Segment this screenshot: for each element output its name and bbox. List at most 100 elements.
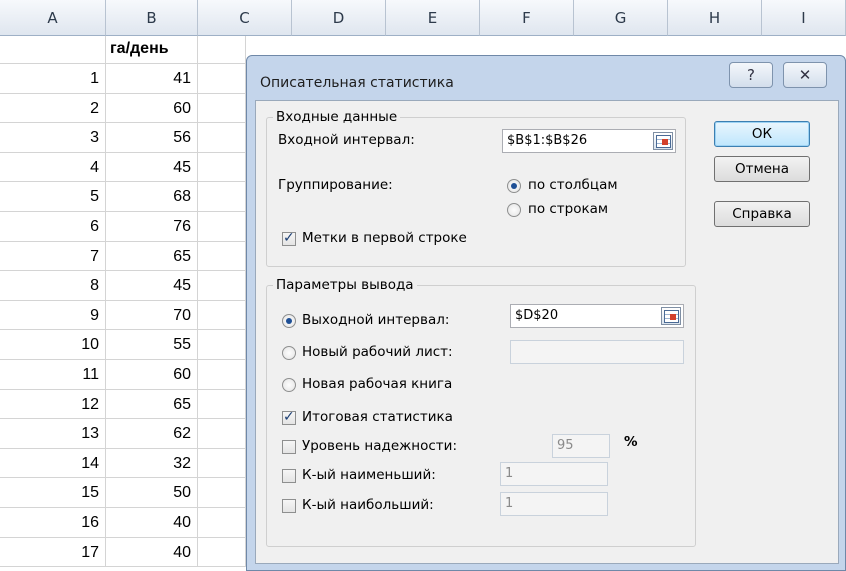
cell-c-empty[interactable] — [198, 478, 246, 508]
cell-a-value[interactable]: 12 — [0, 389, 106, 420]
cell-b-value[interactable]: 32 — [106, 448, 198, 479]
cell-a-value[interactable]: 15 — [0, 478, 106, 508]
cell-c-empty[interactable] — [198, 330, 246, 360]
cell-a-value[interactable]: 13 — [0, 419, 106, 449]
kth-smallest-label[interactable]: К-ый наименьший: — [302, 467, 436, 483]
cell-c-empty[interactable] — [198, 300, 246, 331]
new-sheet-label[interactable]: Новый рабочий лист: — [302, 344, 453, 360]
summary-statistics-checkbox[interactable] — [282, 409, 296, 425]
column-header-g[interactable]: G — [574, 0, 668, 36]
cell-b-value[interactable]: 76 — [106, 212, 198, 242]
cell-a-value[interactable]: 17 — [0, 537, 106, 568]
kth-largest-field[interactable]: 1 — [500, 492, 608, 516]
cell-c-empty[interactable] — [198, 241, 246, 272]
cell-a-value[interactable]: 9 — [0, 300, 106, 331]
by-columns-label[interactable]: по столбцам — [528, 177, 618, 193]
cell-b-value[interactable]: 50 — [106, 478, 198, 508]
column-header-a[interactable]: A — [0, 0, 106, 36]
summary-statistics-label[interactable]: Итоговая статистика — [302, 409, 453, 425]
range-picker-icon[interactable] — [661, 307, 681, 325]
cell-c-empty[interactable] — [198, 448, 246, 479]
cell-c-empty[interactable] — [198, 360, 246, 390]
cell-a-value[interactable]: 7 — [0, 241, 106, 272]
cell-b-value[interactable]: 60 — [106, 360, 198, 390]
close-button[interactable]: ✕ — [783, 62, 827, 88]
cell-c1[interactable] — [198, 36, 246, 64]
cell-b1-header[interactable]: га/день — [106, 36, 198, 64]
cell-c-empty[interactable] — [198, 182, 246, 212]
cell-a-value[interactable]: 16 — [0, 508, 106, 538]
cell-b-value[interactable]: 45 — [106, 152, 198, 183]
column-header-d[interactable]: D — [292, 0, 386, 36]
output-range-field[interactable]: $D$20 — [510, 304, 684, 328]
by-rows-radio[interactable] — [507, 203, 521, 217]
cell-b-value[interactable]: 70 — [106, 300, 198, 331]
cell-a-value[interactable]: 3 — [0, 123, 106, 153]
grouping-label: Группирование: — [278, 177, 393, 193]
cell-b-value[interactable]: 40 — [106, 508, 198, 538]
kth-smallest-field[interactable]: 1 — [500, 462, 608, 486]
descriptive-statistics-dialog: Описательная статистика ? ✕ Входные данн… — [246, 55, 846, 571]
by-columns-radio[interactable] — [507, 179, 521, 193]
cell-a-value[interactable]: 8 — [0, 271, 106, 301]
column-header-f[interactable]: F — [480, 0, 574, 36]
cell-b-value[interactable]: 40 — [106, 537, 198, 568]
help-button[interactable]: Справка — [714, 201, 810, 227]
cell-b-value[interactable]: 56 — [106, 123, 198, 153]
cell-b-value[interactable]: 65 — [106, 241, 198, 272]
cell-a-value[interactable]: 14 — [0, 448, 106, 479]
cell-a-value[interactable]: 1 — [0, 64, 106, 94]
by-rows-label[interactable]: по строкам — [528, 201, 608, 217]
output-range-value: $D$20 — [515, 308, 559, 323]
labels-first-row-label[interactable]: Метки в первой строке — [302, 230, 467, 246]
cell-b-value[interactable]: 41 — [106, 64, 198, 94]
column-header-e[interactable]: E — [386, 0, 480, 36]
input-range-field[interactable]: $B$1:$B$26 — [502, 129, 676, 153]
kth-largest-checkbox[interactable] — [282, 499, 296, 513]
cell-b-value[interactable]: 60 — [106, 93, 198, 124]
cell-c-empty[interactable] — [198, 537, 246, 568]
cell-c-empty[interactable] — [198, 123, 246, 153]
output-range-label[interactable]: Выходной интервал: — [302, 312, 449, 328]
cell-c-empty[interactable] — [198, 64, 246, 94]
new-sheet-radio[interactable] — [282, 346, 296, 360]
cell-b-value[interactable]: 45 — [106, 271, 198, 301]
column-header-h[interactable]: H — [668, 0, 762, 36]
new-workbook-label[interactable]: Новая рабочая книга — [302, 376, 452, 392]
output-range-radio[interactable] — [282, 314, 296, 328]
cell-c-empty[interactable] — [198, 508, 246, 538]
cell-b-value[interactable]: 65 — [106, 389, 198, 420]
kth-largest-label[interactable]: К-ый наибольший: — [302, 497, 434, 513]
ok-button[interactable]: ОК — [714, 121, 810, 147]
dialog-client-area: Входные данные Входной интервал: $B$1:$B… — [255, 100, 839, 564]
new-workbook-radio[interactable] — [282, 378, 296, 392]
cell-c-empty[interactable] — [198, 93, 246, 124]
cell-a-value[interactable]: 11 — [0, 360, 106, 390]
cell-c-empty[interactable] — [198, 389, 246, 420]
new-sheet-name-field[interactable] — [510, 340, 684, 364]
confidence-level-field[interactable]: 95 — [552, 434, 610, 458]
labels-first-row-checkbox[interactable] — [282, 230, 296, 246]
column-header-i[interactable]: I — [762, 0, 846, 36]
column-header-c[interactable]: C — [198, 0, 292, 36]
range-picker-icon[interactable] — [653, 132, 673, 150]
help-title-button[interactable]: ? — [729, 62, 773, 88]
cell-c-empty[interactable] — [198, 419, 246, 449]
cancel-button[interactable]: Отмена — [714, 156, 810, 182]
cell-a1[interactable] — [0, 36, 106, 64]
cell-c-empty[interactable] — [198, 152, 246, 183]
column-header-b[interactable]: B — [106, 0, 198, 36]
cell-a-value[interactable]: 5 — [0, 182, 106, 212]
confidence-level-checkbox[interactable] — [282, 440, 296, 454]
cell-c-empty[interactable] — [198, 271, 246, 301]
cell-a-value[interactable]: 10 — [0, 330, 106, 360]
cell-b-value[interactable]: 55 — [106, 330, 198, 360]
confidence-level-label[interactable]: Уровень надежности: — [302, 438, 457, 454]
cell-a-value[interactable]: 4 — [0, 152, 106, 183]
cell-a-value[interactable]: 2 — [0, 93, 106, 124]
cell-c-empty[interactable] — [198, 212, 246, 242]
cell-a-value[interactable]: 6 — [0, 212, 106, 242]
kth-smallest-checkbox[interactable] — [282, 469, 296, 483]
cell-b-value[interactable]: 68 — [106, 182, 198, 212]
cell-b-value[interactable]: 62 — [106, 419, 198, 449]
